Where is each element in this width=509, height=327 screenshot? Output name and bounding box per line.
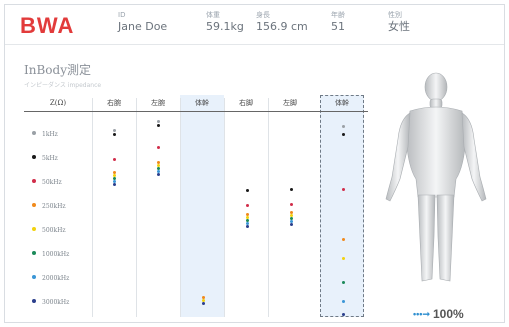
- col-head-right-arm: 右腕: [107, 99, 121, 107]
- freq-250khz-dot: [32, 203, 36, 207]
- impedance-dot: [342, 238, 345, 241]
- field-id: ID Jane Doe: [118, 11, 167, 34]
- field-sex: 性別 女性: [388, 11, 410, 34]
- trunk-column-band: [180, 95, 224, 317]
- freq-2000khz-dot: [32, 275, 36, 279]
- freq-5khz-label: 5kHz: [42, 155, 58, 162]
- field-id-label: ID: [118, 11, 126, 19]
- section-title: InBody測定: [24, 63, 91, 77]
- freq-1khz-dot: [32, 131, 36, 135]
- freq-row-250khz: 250kHz: [32, 203, 65, 211]
- freq-2000khz-label: 2000kHz: [42, 275, 70, 282]
- impedance-dot: [290, 203, 293, 206]
- impedance-dot: [113, 158, 116, 161]
- impedance-dot: [342, 281, 345, 284]
- column-divider: [268, 98, 269, 317]
- freq-row-1000khz: 1000kHz: [32, 251, 69, 259]
- impedance-dot: [113, 133, 116, 136]
- column-divider: [224, 98, 225, 317]
- impedance-dot: [342, 257, 345, 260]
- freq-250khz-label: 250kHz: [42, 203, 66, 210]
- field-sex-label: 性別: [388, 11, 402, 19]
- impedance-table: Z(Ω) 右腕 左腕 体幹 右脚 左脚 体幹 1kHz 5kHz 50kHz 2…: [24, 95, 368, 317]
- freq-row-500khz: 500kHz: [32, 227, 65, 235]
- freq-3000khz-label: 3000kHz: [42, 299, 70, 306]
- field-sex-value: 女性: [388, 20, 410, 33]
- freq-500khz-dot: [32, 227, 36, 231]
- impedance-dot: [246, 189, 249, 192]
- impedance-dot: [342, 125, 345, 128]
- freq-row-3000khz: 3000kHz: [32, 299, 69, 307]
- progress-dots-icon: •••➞: [413, 309, 430, 319]
- field-weight-value: 59.1kg: [206, 20, 244, 33]
- freq-50khz-label: 50kHz: [42, 179, 62, 186]
- impedance-dot: [342, 313, 345, 316]
- freq-3000khz-dot: [32, 299, 36, 303]
- impedance-dot: [290, 223, 293, 226]
- impedance-dot: [157, 173, 160, 176]
- field-weight: 体重 59.1kg: [206, 11, 244, 34]
- freq-1khz-label: 1kHz: [42, 131, 58, 138]
- progress-value: 100%: [433, 307, 464, 321]
- corner-label: Z(Ω): [49, 99, 67, 107]
- impedance-dot: [290, 188, 293, 191]
- col-head-trunk-2: 体幹: [335, 99, 349, 107]
- header-rule: [24, 111, 368, 112]
- field-age-value: 51: [331, 20, 345, 33]
- impedance-dot: [342, 300, 345, 303]
- field-height: 身長 156.9 cm: [256, 11, 308, 34]
- field-id-value: Jane Doe: [118, 20, 168, 33]
- freq-row-5khz: 5kHz: [32, 155, 58, 163]
- impedance-dot: [342, 133, 345, 136]
- freq-5khz-dot: [32, 155, 36, 159]
- field-age: 年齢 51: [331, 11, 345, 34]
- column-divider: [180, 98, 181, 317]
- freq-1000khz-dot: [32, 251, 36, 255]
- freq-row-1khz: 1kHz: [32, 131, 58, 139]
- col-head-left-leg: 左脚: [283, 99, 297, 107]
- body-figure-image: [385, 72, 487, 282]
- impedance-dot: [157, 124, 160, 127]
- measurement-progress: •••➞ 100%: [413, 307, 464, 321]
- field-height-label: 身長: [256, 11, 270, 19]
- col-head-right-leg: 右脚: [239, 99, 253, 107]
- impedance-dot: [202, 302, 205, 305]
- field-weight-label: 体重: [206, 11, 220, 19]
- impedance-dot: [157, 120, 160, 123]
- column-divider: [92, 98, 93, 317]
- field-height-value: 156.9 cm: [256, 20, 308, 33]
- impedance-dot: [342, 188, 345, 191]
- impedance-dot: [157, 146, 160, 149]
- impedance-dot: [246, 204, 249, 207]
- field-age-label: 年齢: [331, 11, 345, 19]
- brand-logo: BWA: [20, 13, 75, 38]
- inbody-screen: BWA ID Jane Doe 体重 59.1kg 身長 156.9 cm 年齢…: [4, 4, 505, 323]
- section-subtitle: インピーダンス impedance: [24, 82, 102, 89]
- freq-1000khz-label: 1000kHz: [42, 251, 70, 258]
- freq-row-50khz: 50kHz: [32, 179, 62, 187]
- col-head-trunk: 体幹: [195, 99, 209, 107]
- freq-500khz-label: 500kHz: [42, 227, 66, 234]
- impedance-dot: [246, 225, 249, 228]
- impedance-dot: [113, 183, 116, 186]
- column-divider: [136, 98, 137, 317]
- freq-row-2000khz: 2000kHz: [32, 275, 69, 283]
- col-head-left-arm: 左腕: [151, 99, 165, 107]
- impedance-dot: [113, 129, 116, 132]
- freq-50khz-dot: [32, 179, 36, 183]
- header-bar: BWA ID Jane Doe 体重 59.1kg 身長 156.9 cm 年齢…: [5, 5, 504, 45]
